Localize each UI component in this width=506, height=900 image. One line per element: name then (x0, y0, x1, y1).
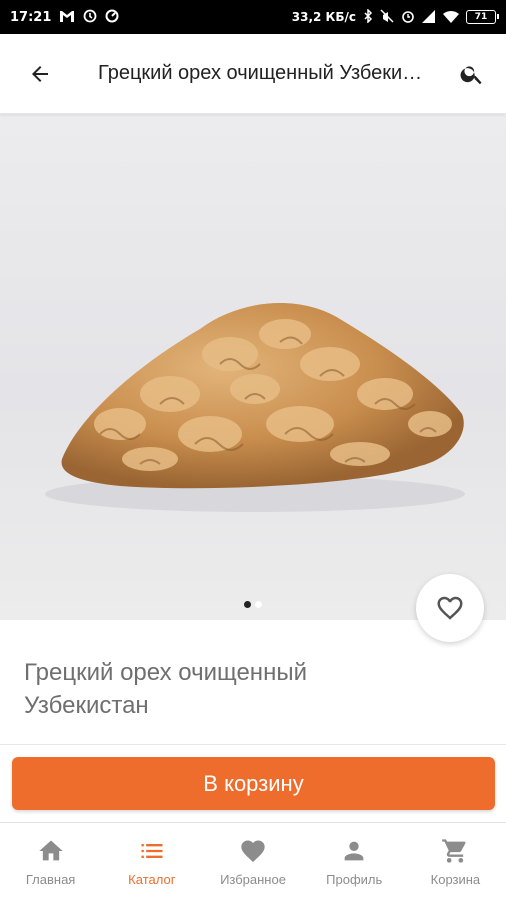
home-icon (36, 836, 66, 866)
gallery-dot-2[interactable] (255, 601, 262, 608)
status-bar: 17:21 33,2 КБ/с 71 (0, 0, 506, 34)
nav-item-favorites[interactable]: Избранное (202, 823, 303, 900)
heart-outline-icon (437, 596, 463, 620)
nav-item-home[interactable]: Главная (0, 823, 101, 900)
product-photo-walnuts (45, 302, 465, 512)
status-left: 17:21 (10, 9, 119, 25)
product-name: Грецкий орех очищенный Узбекистан (24, 659, 307, 719)
nav-item-profile[interactable]: Профиль (304, 823, 405, 900)
back-button[interactable] (12, 46, 68, 102)
bluetooth-icon (363, 8, 373, 25)
nav-label-favorites: Избранное (220, 872, 286, 887)
status-time: 17:21 (10, 9, 52, 25)
list-icon (137, 836, 167, 866)
status-right: 33,2 КБ/с 71 (291, 8, 499, 25)
product-image-gallery[interactable] (0, 114, 506, 620)
heart-icon (238, 836, 268, 866)
network-speed: 33,2 КБ/с (291, 10, 356, 24)
vpn-icon (83, 9, 97, 25)
nav-item-cart[interactable]: Корзина (405, 823, 506, 900)
nav-label-profile: Профиль (326, 872, 383, 887)
add-to-cart-button[interactable]: В корзину (12, 757, 495, 810)
arrow-back-icon (32, 65, 48, 82)
alarm-icon (401, 9, 415, 25)
bottom-navigation: Главная Каталог Избранное Профиль Корзин… (0, 822, 506, 900)
app-bar: Грецкий орех очищенный Узбекистан (0, 34, 506, 114)
signal-icon (422, 9, 436, 25)
wifi-icon (443, 10, 459, 25)
nav-label-home: Главная (25, 872, 76, 887)
nav-label-catalog: Каталог (128, 872, 176, 887)
search-icon (460, 65, 482, 84)
nav-label-cart: Корзина (430, 872, 481, 887)
gmail-icon (59, 10, 75, 25)
person-icon (339, 836, 369, 866)
gallery-dot-1[interactable] (244, 601, 251, 608)
mute-icon (380, 9, 394, 25)
cart-icon (440, 836, 470, 866)
product-screen: 17:21 33,2 КБ/с 71 Грецкий орех очищенны… (0, 0, 506, 900)
battery-icon: 71 (466, 10, 499, 24)
speedometer-icon (105, 9, 119, 25)
nav-item-catalog[interactable]: Каталог (101, 823, 202, 900)
divider (0, 744, 506, 745)
search-button[interactable] (444, 46, 500, 102)
page-title: Грецкий орех очищенный Узбекистан (98, 62, 444, 84)
favorite-button[interactable] (416, 574, 484, 642)
